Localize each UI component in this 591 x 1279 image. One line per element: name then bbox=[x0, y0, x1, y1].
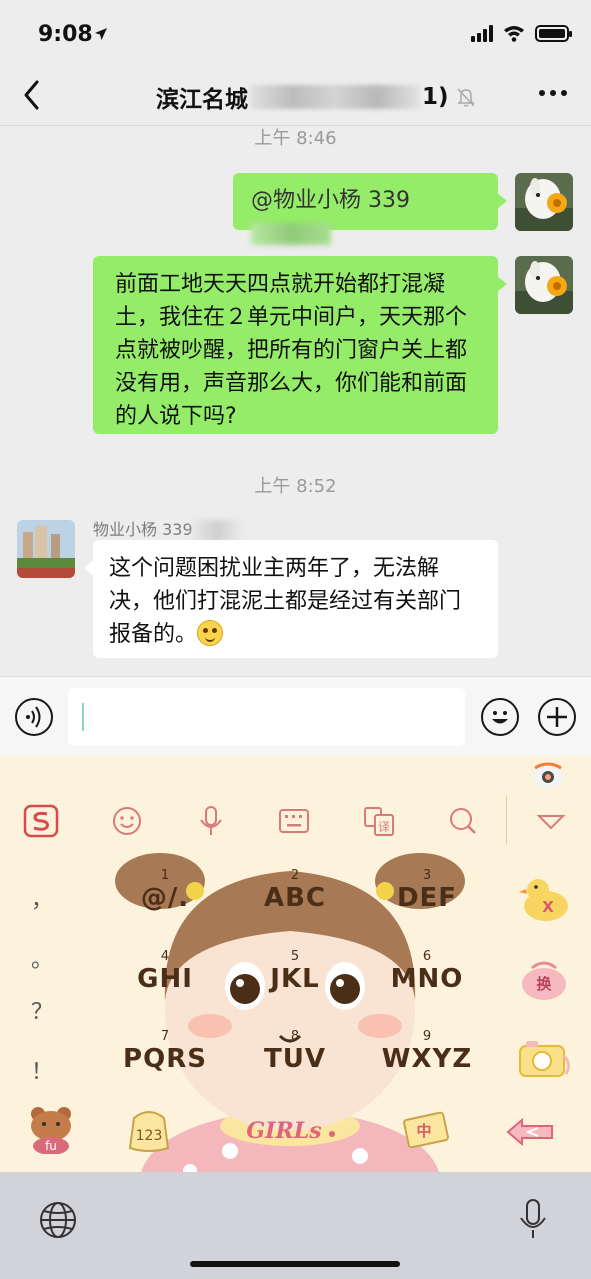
t9-key-4[interactable]: 4 GHI bbox=[100, 949, 230, 994]
t9-key-9[interactable]: 9 WXYZ bbox=[362, 1029, 492, 1074]
svg-text:fu: fu bbox=[45, 1139, 57, 1153]
globe-icon[interactable] bbox=[38, 1200, 78, 1240]
my-message-bubble[interactable]: 前面工地天天四点就开始都打混凝土，我住在２单元中间户，天天那个点就被吵醒，把所有… bbox=[93, 256, 507, 434]
svg-text:换: 换 bbox=[536, 975, 552, 993]
svg-text:123: 123 bbox=[136, 1128, 163, 1144]
switch-key[interactable]: 换 bbox=[516, 954, 572, 1004]
svg-text:X: X bbox=[542, 898, 554, 916]
search-icon[interactable] bbox=[444, 804, 482, 838]
t9-key-6[interactable]: 6 MNO bbox=[362, 949, 492, 994]
sender-avatar[interactable] bbox=[17, 520, 75, 578]
timestamp: 上午 8:52 bbox=[254, 476, 337, 497]
delete-duck-key[interactable]: X bbox=[516, 874, 572, 924]
keyboard-icon[interactable] bbox=[275, 804, 313, 838]
return-key[interactable] bbox=[502, 1104, 564, 1154]
sender-name: 物业小杨 339 bbox=[93, 516, 243, 542]
punctuation-key[interactable]: ？ bbox=[30, 994, 54, 1026]
microphone-icon[interactable] bbox=[192, 804, 230, 838]
blurred-region bbox=[192, 519, 243, 542]
my-avatar[interactable] bbox=[515, 256, 573, 314]
t9-key-2[interactable]: 2 ABC bbox=[230, 868, 360, 913]
chat-title-prefix: 滨江名城 bbox=[156, 87, 248, 113]
location-arrow-icon bbox=[95, 28, 107, 40]
t9-key-5[interactable]: 5 JKL bbox=[230, 949, 360, 994]
message-input[interactable] bbox=[68, 688, 465, 746]
message-text: 这个问题困扰业主两年了，无法解决，他们打混泥土都是经过有关部门报备的。 bbox=[109, 556, 462, 647]
my-avatar[interactable] bbox=[515, 173, 573, 231]
text-caret bbox=[82, 703, 84, 731]
space-key[interactable]: GIRLs bbox=[244, 1104, 344, 1154]
more-dots-icon[interactable] bbox=[539, 90, 567, 96]
smile-emoji-icon bbox=[197, 620, 224, 646]
svg-text:GIRLs: GIRLs bbox=[246, 1118, 321, 1144]
system-keyboard-bar bbox=[0, 1172, 591, 1279]
message-text: 前面工地天天四点就开始都打混凝土，我住在２单元中间户，天天那个点就被吵醒，把所有… bbox=[115, 272, 468, 429]
blurred-region bbox=[251, 223, 331, 245]
mute-bell-icon bbox=[456, 88, 475, 107]
bear-sticker-key[interactable]: fu bbox=[20, 1104, 82, 1154]
timestamp: 上午 8:46 bbox=[254, 128, 337, 149]
mascot-icon bbox=[533, 762, 563, 789]
dictation-icon[interactable] bbox=[516, 1198, 550, 1242]
my-message-bubble[interactable]: @物业小杨 339 bbox=[233, 173, 507, 245]
back-arrow-icon[interactable] bbox=[18, 78, 48, 112]
t9-key-8[interactable]: 8 TUV bbox=[230, 1029, 360, 1074]
signal-icon bbox=[471, 24, 493, 42]
wifi-icon bbox=[504, 26, 524, 42]
collapse-icon[interactable] bbox=[532, 804, 570, 838]
language-switch-key[interactable]: 中 bbox=[396, 1104, 458, 1154]
chat-title: 滨江名城 1) bbox=[156, 80, 477, 114]
punctuation-key[interactable]: 。 bbox=[30, 942, 54, 974]
chat-header: 滨江名城 1) bbox=[0, 66, 591, 126]
mention-number: 339 bbox=[368, 188, 410, 213]
translate-icon[interactable]: 译 bbox=[360, 804, 398, 838]
t9-key-3[interactable]: 3 DEF bbox=[362, 868, 492, 913]
chat-title-suffix: 1) bbox=[422, 84, 449, 110]
camera-key[interactable] bbox=[516, 1034, 572, 1084]
ime-keyboard: 译 ， 。 ？ ！ 1 @/. 2 ABC 3 DEF 4 GHI 5 JKL 6 MNO … bbox=[0, 756, 591, 1172]
t9-key-7[interactable]: 7 PQRS bbox=[100, 1029, 230, 1074]
blurred-region bbox=[250, 85, 420, 109]
home-indicator bbox=[190, 1261, 400, 1267]
emoji-icon[interactable] bbox=[481, 698, 519, 736]
punctuation-key[interactable]: ， bbox=[30, 882, 54, 914]
toolbar-divider bbox=[506, 796, 507, 844]
received-message-bubble[interactable]: 这个问题困扰业主两年了，无法解决，他们打混泥土都是经过有关部门报备的。 bbox=[84, 540, 498, 658]
t9-key-1[interactable]: 1 @/. bbox=[100, 868, 230, 913]
svg-text:译: 译 bbox=[378, 820, 390, 834]
sogou-logo-icon[interactable] bbox=[22, 804, 60, 838]
battery-icon bbox=[535, 24, 572, 42]
voice-icon[interactable] bbox=[15, 698, 53, 736]
number-key[interactable]: 123 bbox=[118, 1104, 180, 1154]
mention-text: @物业小杨 bbox=[251, 188, 368, 213]
status-time: 9:08 bbox=[38, 22, 93, 47]
status-bar: 9:08 bbox=[0, 0, 591, 66]
input-bar bbox=[0, 676, 591, 756]
plus-icon[interactable] bbox=[538, 698, 576, 736]
punctuation-key[interactable]: ！ bbox=[30, 1054, 54, 1086]
status-icons bbox=[471, 24, 572, 42]
smiley-icon[interactable] bbox=[108, 804, 146, 838]
svg-text:中: 中 bbox=[416, 1122, 431, 1140]
